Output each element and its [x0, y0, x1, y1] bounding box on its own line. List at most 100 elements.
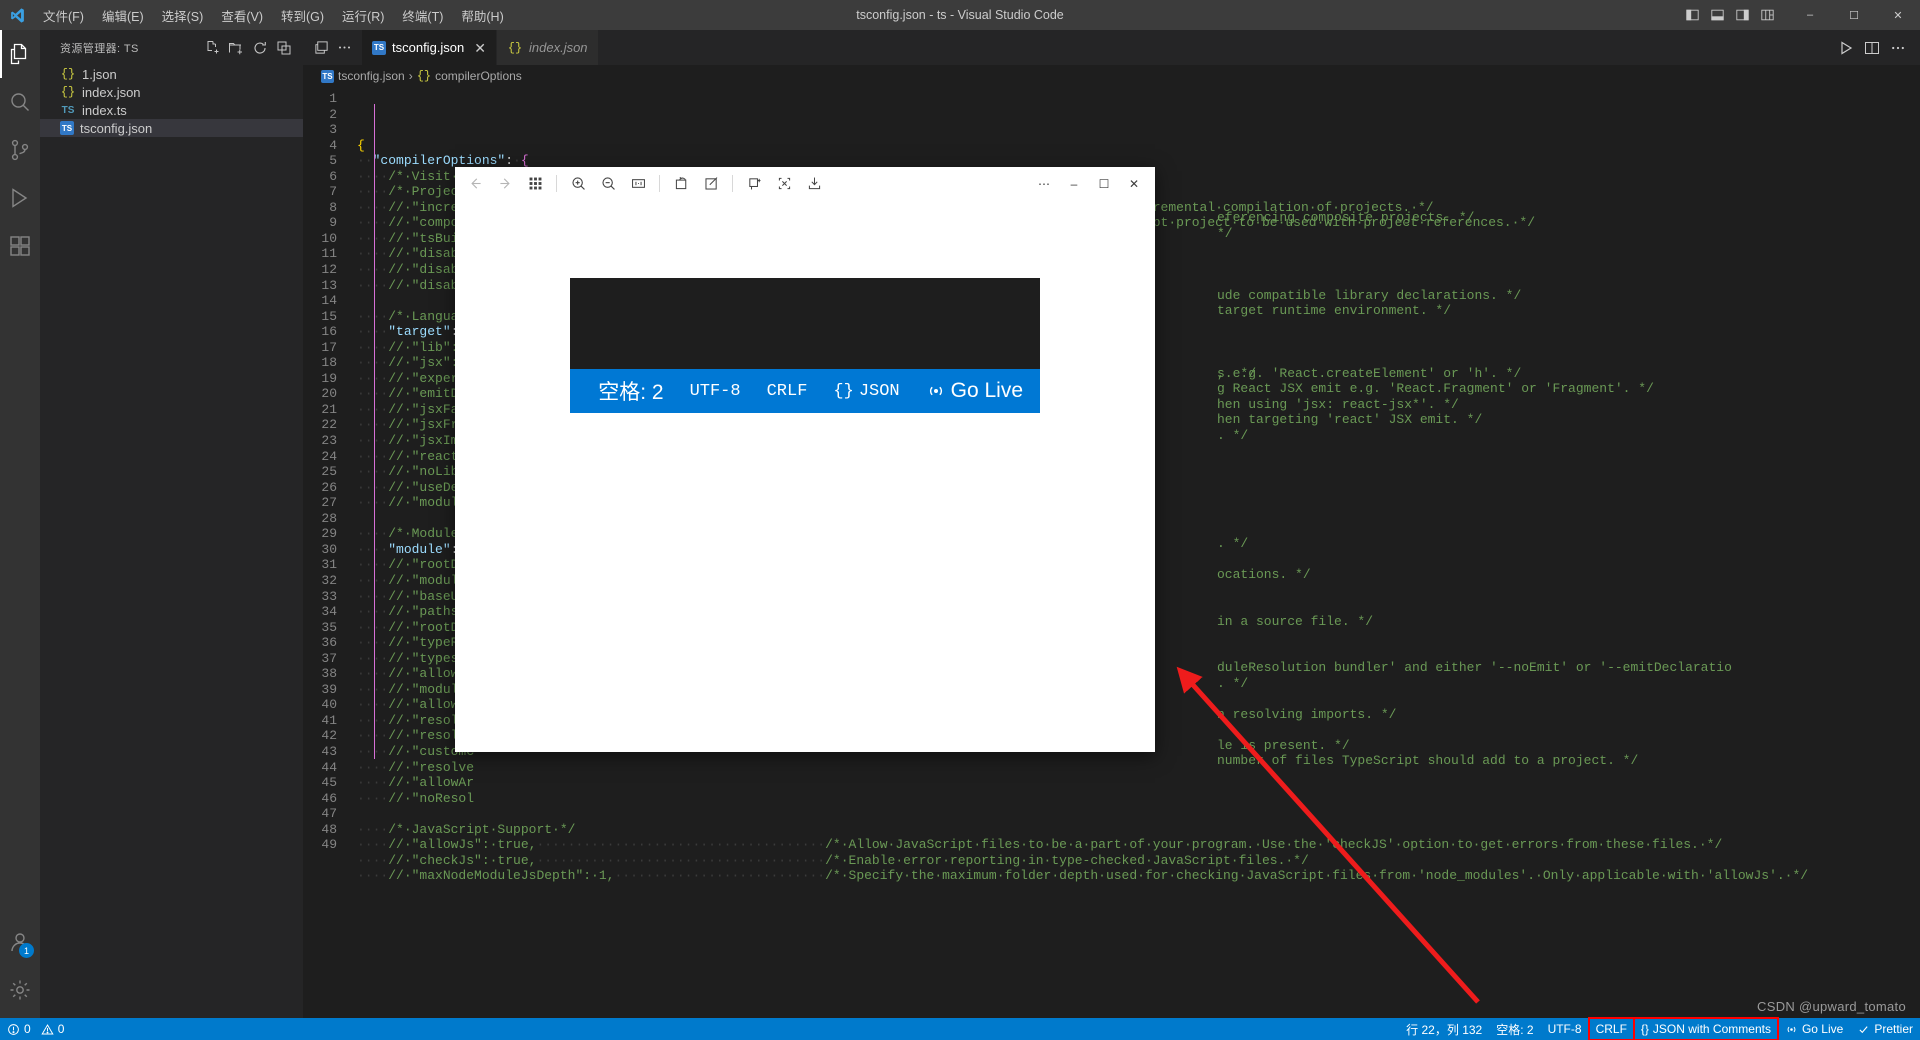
crop-icon[interactable] [740, 171, 768, 197]
image-viewer-maximize-button[interactable]: ☐ [1089, 169, 1119, 199]
code-comment-fragment: ude compatible library declarations. */ [1217, 288, 1522, 303]
file-item-tsconfigjson[interactable]: TS tsconfig.json [40, 119, 303, 137]
code-line[interactable] [357, 884, 1920, 900]
line-number: 15 [321, 308, 337, 324]
title-bar: 文件(F) 编辑(E) 选择(S) 查看(V) 转到(G) 运行(R) 终端(T… [0, 0, 1920, 30]
code-line[interactable] [357, 806, 1920, 822]
breadcrumb-symbol[interactable]: {} compilerOptions [417, 69, 522, 83]
activity-source-control[interactable] [0, 126, 40, 174]
save-download-icon[interactable] [800, 171, 828, 197]
menu-go[interactable]: 转到(G) [272, 2, 333, 29]
menu-edit[interactable]: 编辑(E) [93, 2, 153, 29]
activity-settings[interactable] [0, 966, 40, 1014]
eol-status[interactable]: CRLF [1587, 1017, 1635, 1040]
cursor-position-status[interactable]: 行 22，列 132 [1399, 1018, 1489, 1040]
code-comment-fragment: , e.g. 'React.createElement' or 'h'. */ [1217, 366, 1522, 381]
tab-index-json[interactable]: {} index.json [497, 30, 599, 65]
code-comment-fragment: target runtime environment. */ [1217, 303, 1452, 318]
image-viewer-window[interactable]: ⋯ – ☐ ✕ 空格: 2 UTF-8 CRLF {} JSON Go Live [455, 167, 1155, 752]
menu-terminal[interactable]: 终端(T) [393, 2, 452, 29]
image-viewer-close-button[interactable]: ✕ [1119, 169, 1149, 199]
watermark: CSDN @upward_tomato [1757, 999, 1906, 1014]
activity-search[interactable] [0, 78, 40, 126]
window-close-button[interactable]: ✕ [1876, 0, 1920, 30]
refresh-icon[interactable] [249, 37, 271, 59]
prettier-status[interactable]: Prettier [1850, 1018, 1920, 1040]
file-item-1json[interactable]: {} 1.json [40, 65, 303, 83]
code-line[interactable]: ····/*·JavaScript·Support·*/ [357, 822, 1920, 838]
line-number: 4 [329, 137, 337, 153]
file-item-indexjson[interactable]: {} index.json [40, 83, 303, 101]
file-label: 1.json [82, 66, 117, 82]
explorer-header: 资源管理器: TS [40, 30, 303, 65]
code-line[interactable]: ····//·"resolve [357, 760, 1920, 776]
breadcrumb[interactable]: TS tsconfig.json › {} compilerOptions [303, 65, 1920, 87]
code-line[interactable]: ····//·"checkJs":·true,·················… [357, 853, 1920, 869]
file-tree[interactable]: {} 1.json {} index.json TS index.ts TS t… [40, 65, 303, 137]
toolbar-divider [732, 175, 733, 192]
code-line[interactable]: ····//·"allowAr [357, 775, 1920, 791]
code-comment-fragment: . */ [1217, 536, 1249, 551]
tab-close-icon[interactable]: ✕ [474, 41, 486, 55]
code-line[interactable]: ····//·"noResol [357, 791, 1920, 807]
line-number: 39 [321, 681, 337, 697]
line-number: 7 [329, 184, 337, 200]
activity-extensions[interactable] [0, 222, 40, 270]
image-viewer-minimize-button[interactable]: – [1059, 169, 1089, 199]
tab-actions-more-icon[interactable] [334, 38, 354, 58]
zoom-out-icon[interactable] [594, 171, 622, 197]
menu-view[interactable]: 查看(V) [212, 2, 272, 29]
line-number: 8 [329, 199, 337, 215]
indentation-status[interactable]: 空格: 2 [1489, 1018, 1540, 1040]
menu-selection[interactable]: 选择(S) [153, 2, 213, 29]
split-editor-icon[interactable] [311, 38, 331, 58]
customize-layout-icon[interactable] [1756, 5, 1778, 25]
toggle-panel-icon[interactable] [1706, 5, 1728, 25]
actual-size-icon[interactable] [624, 171, 652, 197]
menu-run[interactable]: 运行(R) [333, 2, 393, 29]
split-editor-right-icon[interactable] [1862, 38, 1882, 58]
activity-accounts[interactable]: 1 [0, 918, 40, 966]
toggle-primary-sidebar-icon[interactable] [1681, 5, 1703, 25]
tab-tsconfig-json[interactable]: TS tsconfig.json ✕ [362, 30, 497, 65]
edit-icon[interactable] [697, 171, 725, 197]
code-line[interactable]: ····//·"allowJs":·true,·················… [357, 837, 1920, 853]
toggle-secondary-sidebar-icon[interactable] [1731, 5, 1753, 25]
forward-arrow-icon[interactable] [491, 171, 519, 197]
file-item-indexts[interactable]: TS index.ts [40, 101, 303, 119]
breadcrumb-separator: › [408, 69, 413, 83]
activity-explorer[interactable] [0, 30, 40, 78]
back-arrow-icon[interactable] [461, 171, 489, 197]
menu-bar[interactable]: 文件(F) 编辑(E) 选择(S) 查看(V) 转到(G) 运行(R) 终端(T… [34, 2, 513, 29]
activity-run-debug[interactable] [0, 174, 40, 222]
code-line[interactable]: ····//·"maxNodeModuleJsDepth":·1,·······… [357, 868, 1920, 884]
indent-guide [374, 104, 375, 759]
image-viewer-more-icon[interactable]: ⋯ [1029, 169, 1059, 199]
editor-more-actions-icon[interactable] [1888, 38, 1908, 58]
window-maximize-button[interactable]: ☐ [1832, 0, 1876, 30]
encoding-status[interactable]: UTF-8 [1541, 1018, 1589, 1040]
line-number: 31 [321, 557, 337, 573]
run-file-icon[interactable] [1836, 38, 1856, 58]
collapse-all-icon[interactable] [273, 37, 295, 59]
all-photos-grid-icon[interactable] [521, 171, 549, 197]
line-number: 5 [329, 153, 337, 169]
new-folder-icon[interactable] [225, 37, 247, 59]
line-number: 35 [321, 619, 337, 635]
menu-file[interactable]: 文件(F) [34, 2, 93, 29]
language-mode-status[interactable]: {} JSON with Comments [1632, 1017, 1779, 1040]
line-number: 1 [329, 91, 337, 106]
code-line[interactable]: { [357, 138, 1920, 154]
menu-help[interactable]: 帮助(H) [452, 2, 512, 29]
code-comment-fragment: ocations. */ [1217, 567, 1311, 582]
breadcrumb-file[interactable]: TS tsconfig.json [321, 69, 405, 83]
line-number: 16 [321, 324, 337, 340]
window-minimize-button[interactable]: – [1788, 0, 1832, 30]
rotate-icon[interactable] [667, 171, 695, 197]
zoom-in-icon[interactable] [564, 171, 592, 197]
go-live-status[interactable]: Go Live [1778, 1018, 1850, 1040]
select-subject-icon[interactable] [770, 171, 798, 197]
problems-status[interactable]: 0 0 [0, 1018, 71, 1040]
line-number: 37 [321, 650, 337, 666]
new-file-icon[interactable] [201, 37, 223, 59]
